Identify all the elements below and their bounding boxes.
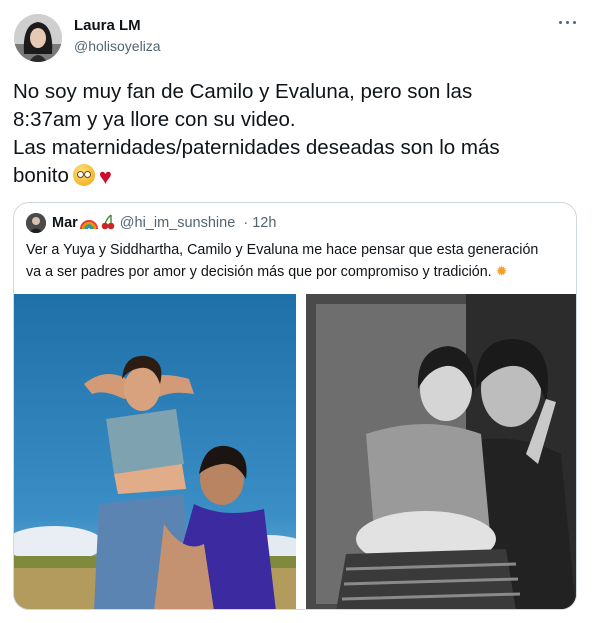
tweet-text-last-line: bonito ♥: [13, 162, 583, 190]
photo-couple-bw[interactable]: [306, 294, 576, 609]
quoted-tweet-header: Mar @hi_im_sunshine · 12h: [52, 214, 276, 234]
quoted-tweet-media: [14, 294, 576, 609]
rolling-eyes-face-emoji-icon: [72, 164, 95, 186]
quoted-tweet-time[interactable]: 12h: [252, 215, 276, 231]
photo-couple-outdoor-image: [14, 294, 296, 609]
quoted-text-line: Ver a Yuya y Siddhartha, Camilo y Evalun…: [26, 242, 539, 258]
quoted-author-avatar-image: [26, 213, 46, 233]
quoted-text-line: va a ser padres por amor y decisión más …: [26, 264, 492, 280]
cherries-emoji-icon: [100, 214, 116, 234]
quoted-author-name[interactable]: Mar: [52, 215, 78, 231]
tweet-text-line: Las maternidades/paternidades deseadas s…: [13, 136, 500, 159]
quoted-author-avatar[interactable]: [26, 213, 46, 233]
header-separator: ·: [243, 215, 249, 231]
rainbow-emoji-icon: [79, 214, 98, 234]
more-options-icon[interactable]: [558, 18, 578, 26]
quoted-tweet-card[interactable]: Mar @hi_im_sunshine · 12h Ver a Yuya y Si…: [13, 202, 577, 610]
red-heart-emoji-icon: ♥: [98, 164, 112, 189]
tweet-text-line: 8:37am y ya llore con su video.: [13, 108, 296, 131]
quoted-tweet-text: Ver a Yuya y Siddhartha, Camilo y Evalun…: [26, 239, 566, 283]
tweet-text: No soy muy fan de Camilo y Evaluna, pero…: [13, 78, 583, 190]
quoted-text-last-line: va a ser padres por amor y decisión más …: [26, 261, 566, 283]
author-name[interactable]: Laura LM: [74, 17, 141, 34]
author-avatar-image: [14, 14, 62, 62]
quoted-author-handle[interactable]: @hi_im_sunshine: [120, 215, 235, 231]
author-handle[interactable]: @holisoyeliza: [74, 38, 161, 54]
photo-couple-outdoor[interactable]: [14, 294, 296, 609]
photo-couple-bw-image: [306, 294, 576, 609]
author-avatar[interactable]: [14, 14, 62, 62]
tweet-text-line: bonito: [13, 164, 69, 187]
sun-emoji-icon: ✹: [495, 264, 508, 280]
tweet-text-line: No soy muy fan de Camilo y Evaluna, pero…: [13, 80, 473, 103]
